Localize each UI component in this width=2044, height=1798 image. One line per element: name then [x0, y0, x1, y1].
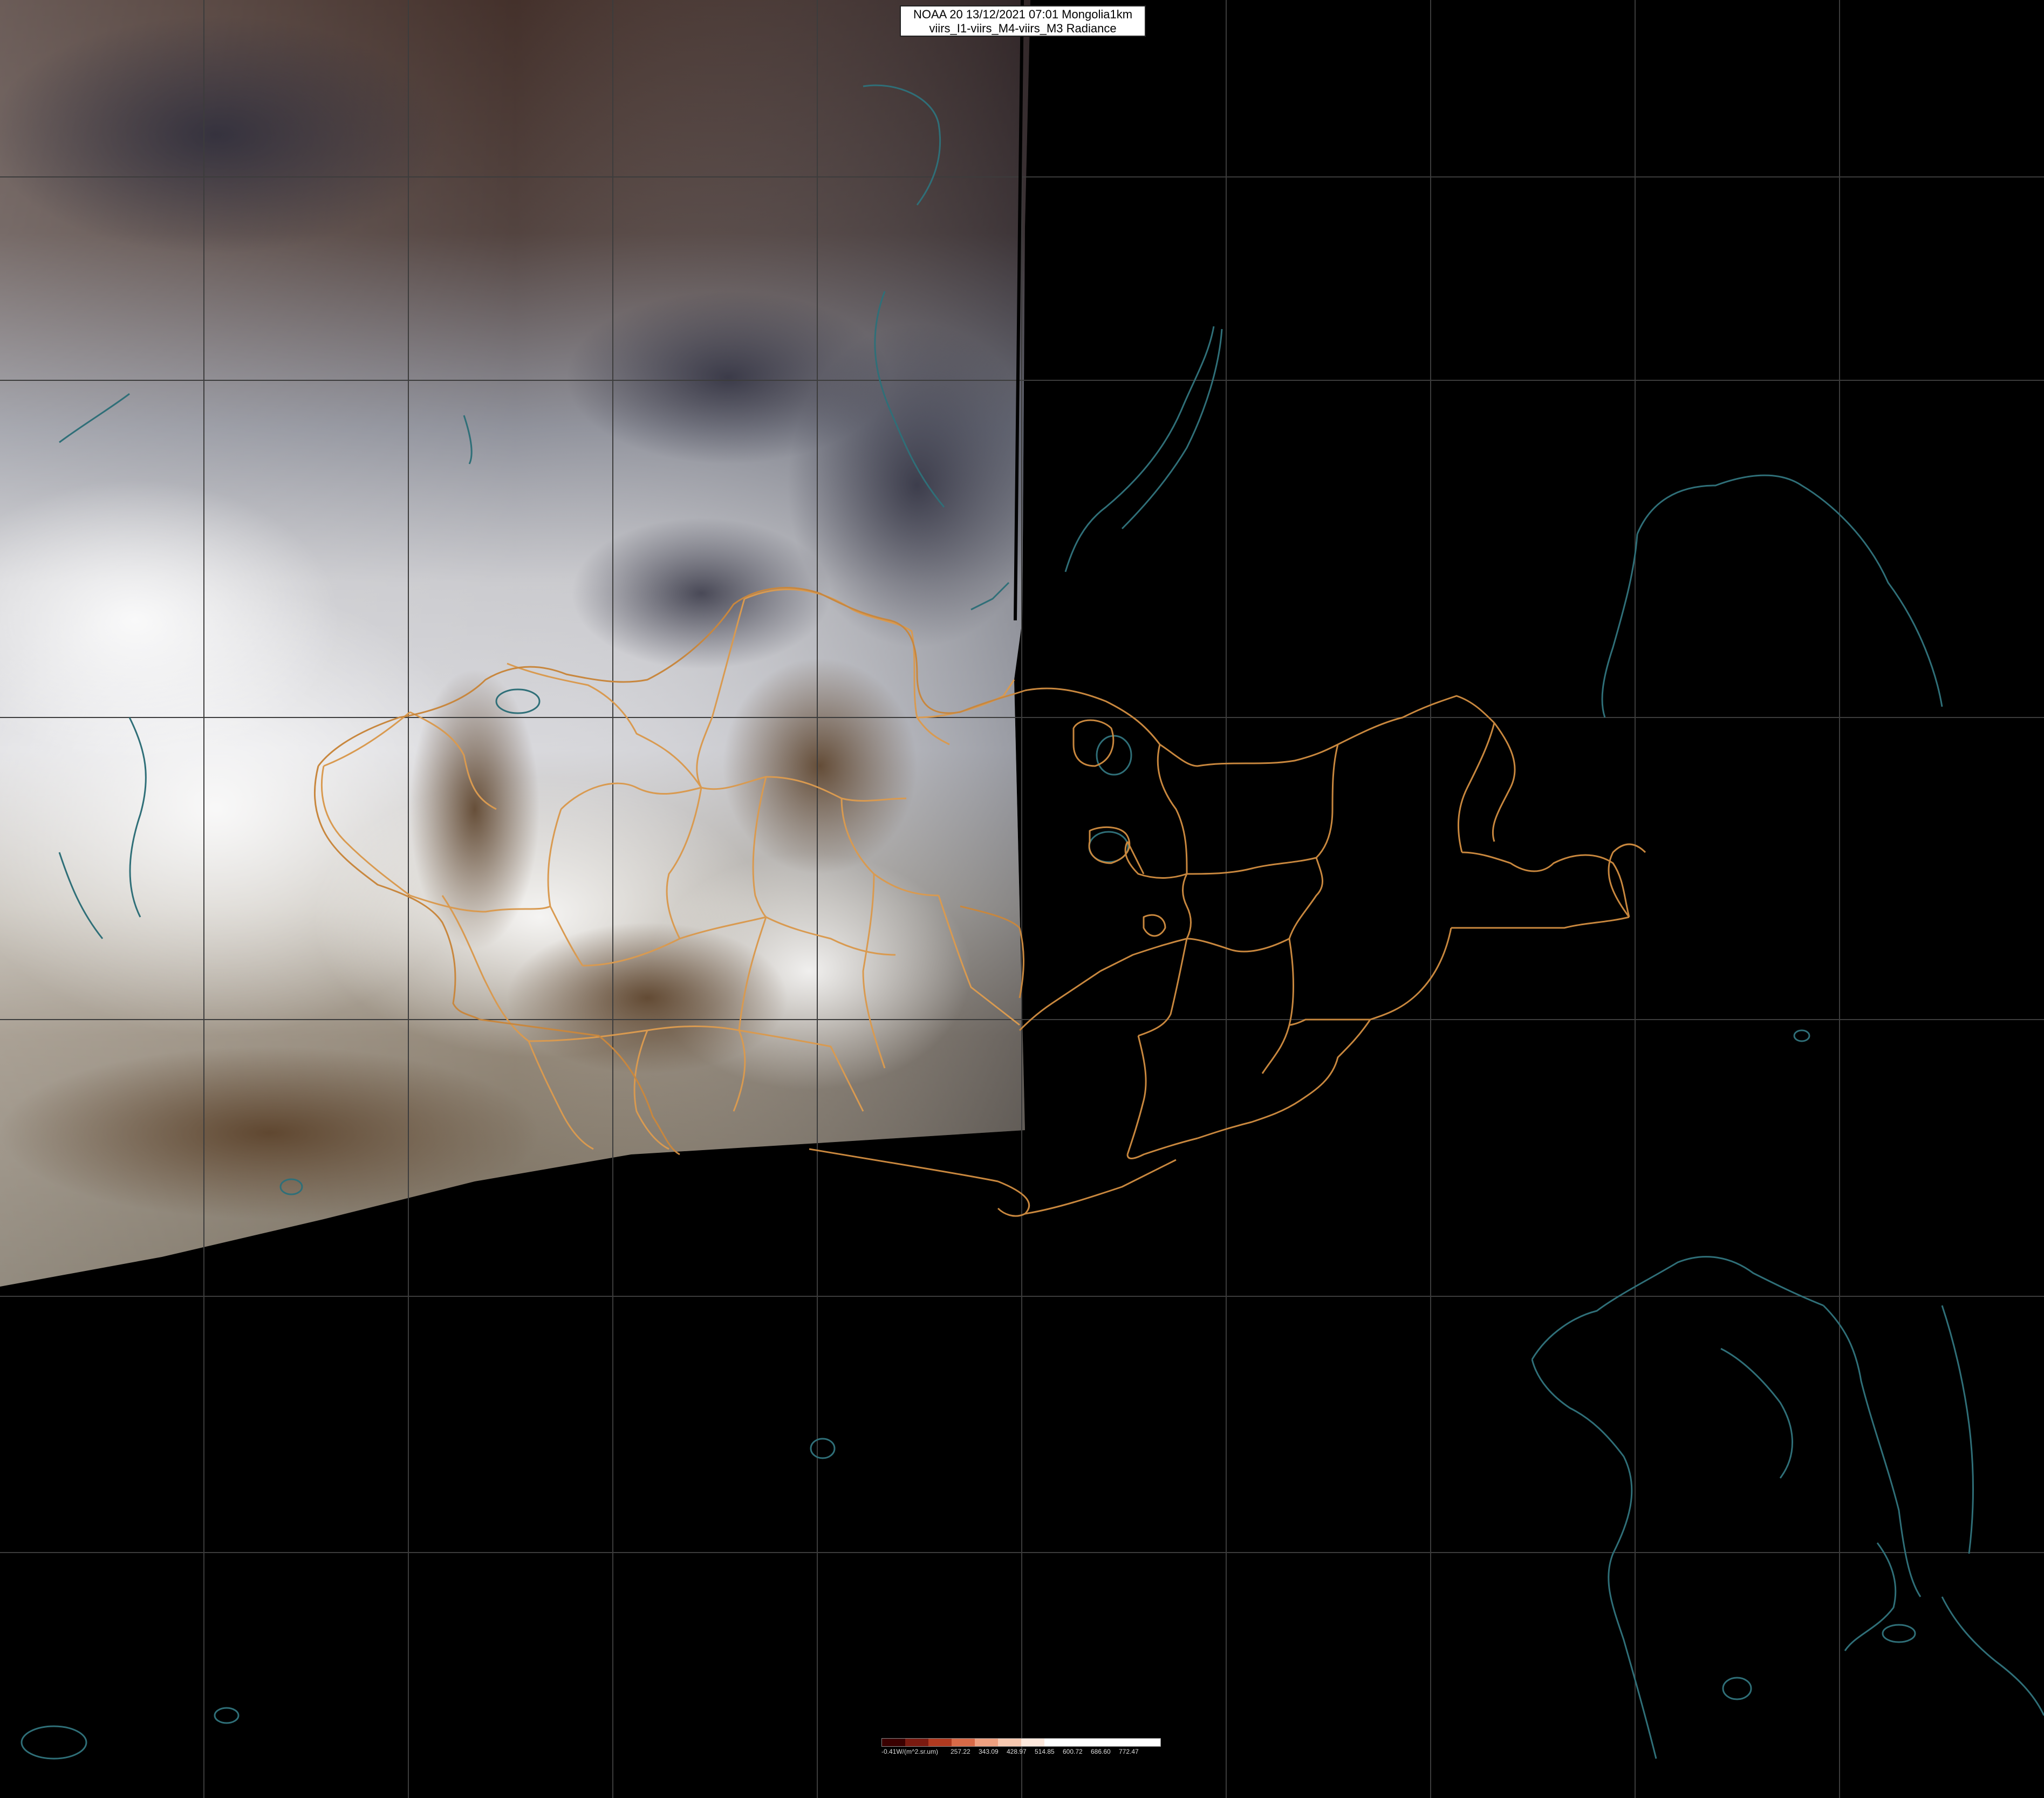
imagery-swath [0, 0, 1030, 1287]
colorbar-tick: 343.09 [979, 1748, 999, 1755]
title-box: NOAA 20 13/12/2021 07:01 Mongolia1km vii… [900, 5, 1146, 37]
colorbar-labels: -0.41W/(m^2.sr.um) 257.22 343.09 428.97 … [881, 1748, 1161, 1755]
title-line1: NOAA 20 13/12/2021 07:01 Mongolia1km [913, 8, 1133, 21]
colorbar-swatch [1044, 1739, 1068, 1746]
title-line2: viirs_I1-viirs_M4-viirs_M3 Radiance [929, 22, 1117, 35]
colorbar-tick: 428.97 [1007, 1748, 1027, 1755]
colorbar-legend: -0.41W/(m^2.sr.um) 257.22 343.09 428.97 … [881, 1738, 1161, 1758]
colorbar-swatch [975, 1739, 998, 1746]
satellite-map [0, 0, 2044, 1798]
colorbar-tick: 772.47 [1119, 1748, 1139, 1755]
colorbar-swatch [1114, 1739, 1137, 1746]
colorbar-swatch [952, 1739, 975, 1746]
colorbar-tick: 514.85 [1035, 1748, 1055, 1755]
colorbar-tick: 686.60 [1091, 1748, 1111, 1755]
colorbar-swatch [928, 1739, 952, 1746]
colorbar-swatch [998, 1739, 1021, 1746]
colorbar-swatch [1137, 1739, 1160, 1746]
colorbar-tick: 600.72 [1063, 1748, 1083, 1755]
colorbar-swatch [905, 1739, 928, 1746]
colorbar-swatch [1068, 1739, 1091, 1746]
colorbar-swatch [1091, 1739, 1114, 1746]
colorbar-swatch [882, 1739, 905, 1746]
colorbar-unit: -0.41W/(m^2.sr.um) [881, 1748, 938, 1755]
colorbar [881, 1738, 1161, 1747]
colorbar-swatch [1021, 1739, 1044, 1746]
colorbar-tick: 257.22 [951, 1748, 970, 1755]
